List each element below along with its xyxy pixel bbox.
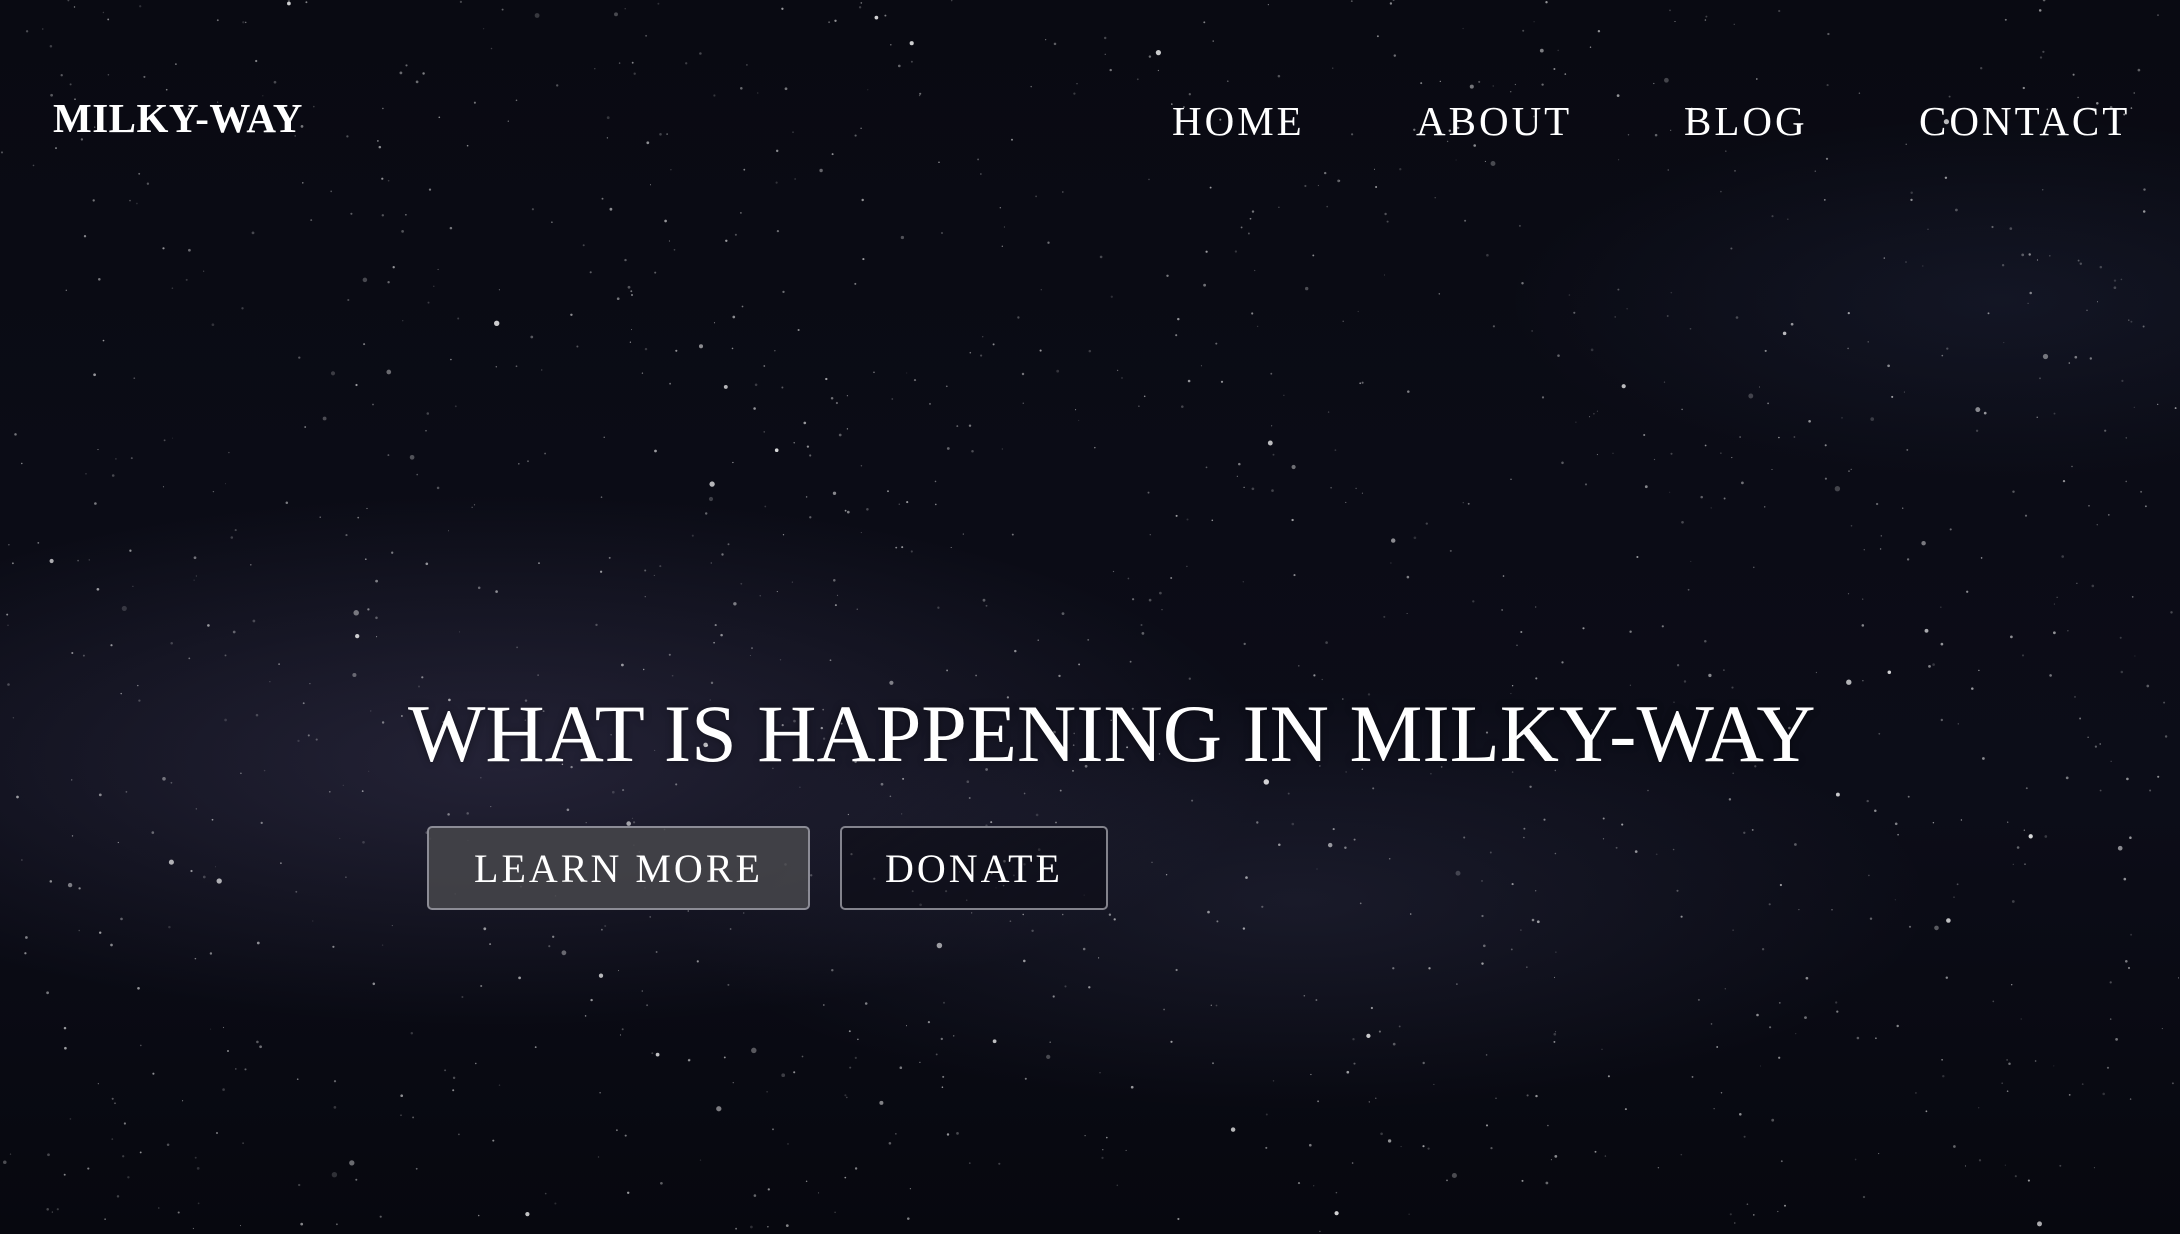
hero-title: WHAT IS HAPPENING IN MILKY-WAY: [408, 688, 1816, 779]
nav-blog-link[interactable]: BLOG: [1684, 101, 1808, 142]
nav-about-link[interactable]: ABOUT: [1416, 101, 1572, 142]
page: MILKY-WAY HOME ABOUT BLOG CONTACT WHAT I…: [0, 0, 2180, 1234]
brand-logo[interactable]: MILKY-WAY: [53, 98, 303, 139]
donate-button[interactable]: DONATE: [840, 826, 1108, 910]
learn-more-button[interactable]: LEARN MORE: [427, 826, 810, 910]
nav-home-link[interactable]: HOME: [1172, 101, 1305, 142]
nav-contact-link[interactable]: CONTACT: [1919, 101, 2130, 142]
navbar: MILKY-WAY HOME ABOUT BLOG CONTACT: [0, 0, 2180, 250]
